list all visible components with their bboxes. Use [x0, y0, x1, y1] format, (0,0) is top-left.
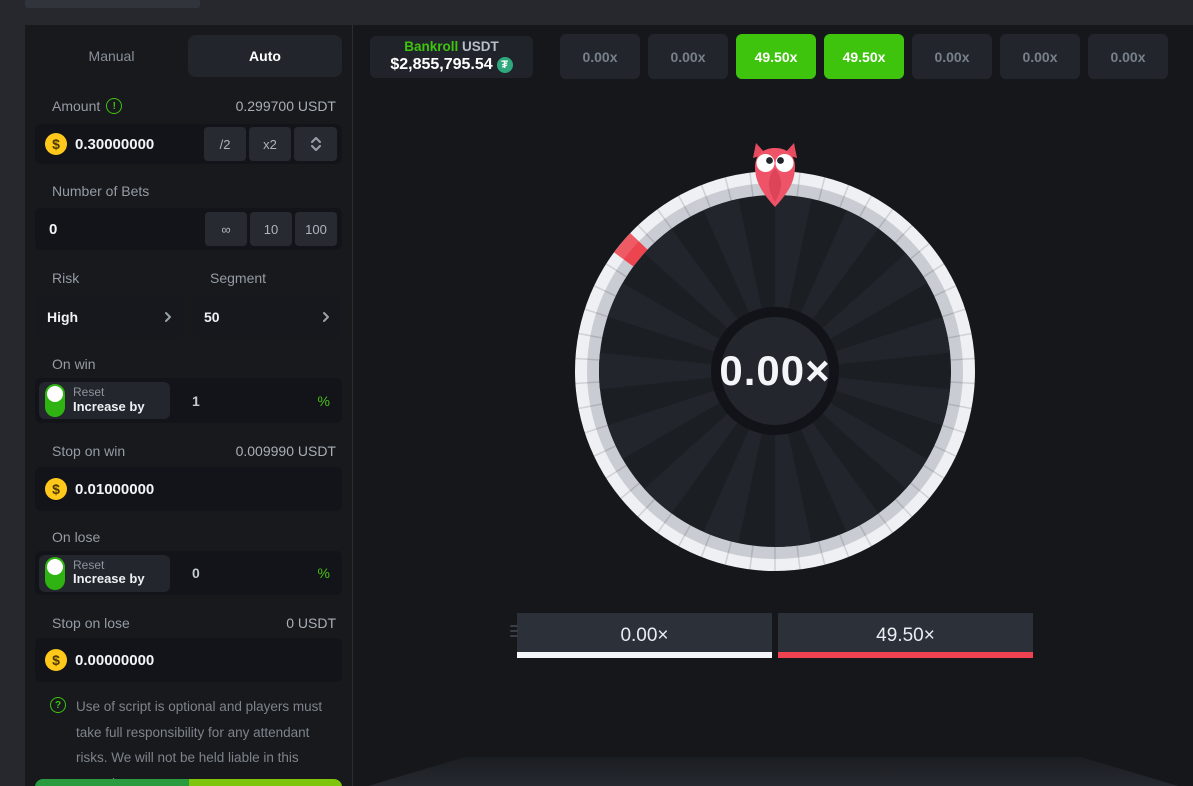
percent-sign: %	[318, 393, 330, 409]
multiplier-history: 0.00x 0.00x 49.50x 49.50x 0.00x 0.00x 0.…	[560, 34, 1168, 79]
stop-on-win-display: 0.009990 USDT	[236, 443, 336, 459]
increase-by-option: Increase by	[73, 572, 145, 587]
amount-display: 0.299700 USDT	[236, 98, 336, 114]
bankroll-label: Bankroll	[404, 39, 458, 54]
risk-select[interactable]: High	[35, 296, 184, 338]
percent-sign: %	[318, 565, 330, 581]
on-lose-label: On lose	[52, 529, 100, 545]
amount-input-row: $ 0.30000000 /2 x2	[35, 124, 342, 164]
double-button[interactable]: x2	[249, 127, 291, 161]
risk-label: Risk	[52, 270, 79, 286]
coin-icon: $	[45, 478, 67, 500]
reset-option: Reset	[73, 386, 145, 400]
stop-on-win-input-row: $ 0.01000000	[35, 467, 342, 511]
chevron-up-icon	[311, 137, 321, 143]
preset-10-button[interactable]: 10	[250, 212, 292, 246]
on-lose-toggle[interactable]: Reset Increase by	[39, 555, 170, 592]
stop-on-lose-label-row: Stop on lose 0 USDT	[52, 614, 336, 631]
amount-label: Amount	[52, 98, 100, 114]
toggle-switch-icon	[45, 384, 65, 417]
amount-label-row: Amount ! 0.299700 USDT	[52, 97, 336, 115]
history-result[interactable]: 0.00x	[1088, 34, 1168, 79]
stop-on-lose-display: 0 USDT	[286, 615, 336, 631]
bankroll-panel: Bankroll USDT $2,855,795.54 ₮	[370, 36, 533, 78]
history-result[interactable]: 0.00x	[648, 34, 728, 79]
bankroll-amount: $2,855,795.54	[390, 55, 492, 75]
drag-handle[interactable]	[510, 625, 518, 637]
result-bar-stripe	[778, 652, 1033, 658]
stop-on-win-label: Stop on win	[52, 443, 125, 459]
scrolled-tab-remnant	[25, 0, 200, 8]
history-result[interactable]: 49.50x	[736, 34, 816, 79]
start-autobet-button[interactable]	[189, 779, 343, 786]
preset-100-button[interactable]: 100	[295, 212, 337, 246]
bets-input-row: 0 ∞ 10 100	[35, 208, 342, 250]
wheel-game-area: Bankroll USDT $2,855,795.54 ₮ 0.00x 0.00…	[353, 25, 1193, 786]
amount-input[interactable]: 0.30000000	[75, 136, 201, 153]
risk-value: High	[47, 309, 78, 325]
coin-icon: $	[45, 649, 67, 671]
result-bar-stripe	[517, 652, 772, 658]
help-icon: ?	[50, 697, 66, 713]
chevron-down-icon	[311, 145, 321, 151]
segment-value: 50	[204, 309, 220, 325]
stage-floor	[368, 757, 1178, 786]
tab-manual[interactable]: Manual	[35, 35, 188, 77]
stop-on-lose-input-row: $ 0.00000000	[35, 638, 342, 682]
result-bar-low: 0.00×	[517, 613, 772, 658]
toggle-switch-icon	[45, 557, 65, 590]
on-lose-row: Reset Increase by 0 %	[35, 551, 342, 595]
infinity-button[interactable]: ∞	[205, 212, 247, 246]
mode-tabs: Manual Auto	[35, 35, 342, 77]
disclaimer-text: Use of script is optional and players mu…	[76, 694, 340, 786]
script-disclaimer: ? Use of script is optional and players …	[50, 694, 344, 786]
bets-input[interactable]: 0	[49, 221, 202, 238]
result-bar-label: 49.50×	[876, 625, 935, 647]
bankroll-currency: USDT	[462, 39, 499, 54]
on-win-toggle[interactable]: Reset Increase by	[39, 382, 170, 419]
owl-pointer-icon	[751, 143, 799, 211]
reset-option: Reset	[73, 559, 145, 573]
history-result[interactable]: 0.00x	[560, 34, 640, 79]
half-button[interactable]: /2	[204, 127, 246, 161]
amount-stepper[interactable]	[294, 127, 337, 161]
segment-label: Segment	[210, 270, 266, 286]
history-result[interactable]: 0.00x	[1000, 34, 1080, 79]
result-bar-label: 0.00×	[620, 625, 668, 647]
on-win-label: On win	[52, 356, 96, 372]
on-win-input[interactable]: 1	[192, 393, 318, 409]
stop-on-lose-label: Stop on lose	[52, 615, 130, 631]
secondary-action-button[interactable]	[35, 779, 189, 786]
bet-control-panel: Manual Auto Amount ! 0.299700 USDT $ 0.3…	[25, 25, 352, 786]
chevron-right-icon	[164, 311, 172, 323]
increase-by-option: Increase by	[73, 400, 145, 415]
history-result[interactable]: 49.50x	[824, 34, 904, 79]
history-result[interactable]: 0.00x	[912, 34, 992, 79]
on-lose-input[interactable]: 0	[192, 565, 318, 581]
tab-auto[interactable]: Auto	[188, 35, 342, 77]
result-bar-high: 49.50×	[778, 613, 1033, 658]
stop-on-win-input[interactable]: 0.01000000	[75, 481, 337, 498]
coin-icon: $	[45, 133, 67, 155]
stop-on-lose-input[interactable]: 0.00000000	[75, 652, 337, 669]
bets-label: Number of Bets	[52, 183, 149, 199]
on-win-row: Reset Increase by 1 %	[35, 378, 342, 423]
current-multiplier: 0.00×	[719, 347, 830, 395]
chevron-right-icon	[322, 311, 330, 323]
tether-icon: ₮	[497, 57, 513, 73]
info-icon: !	[106, 98, 122, 114]
segment-select[interactable]: 50	[192, 296, 342, 338]
stop-on-win-label-row: Stop on win 0.009990 USDT	[52, 442, 336, 459]
action-buttons	[35, 779, 342, 786]
